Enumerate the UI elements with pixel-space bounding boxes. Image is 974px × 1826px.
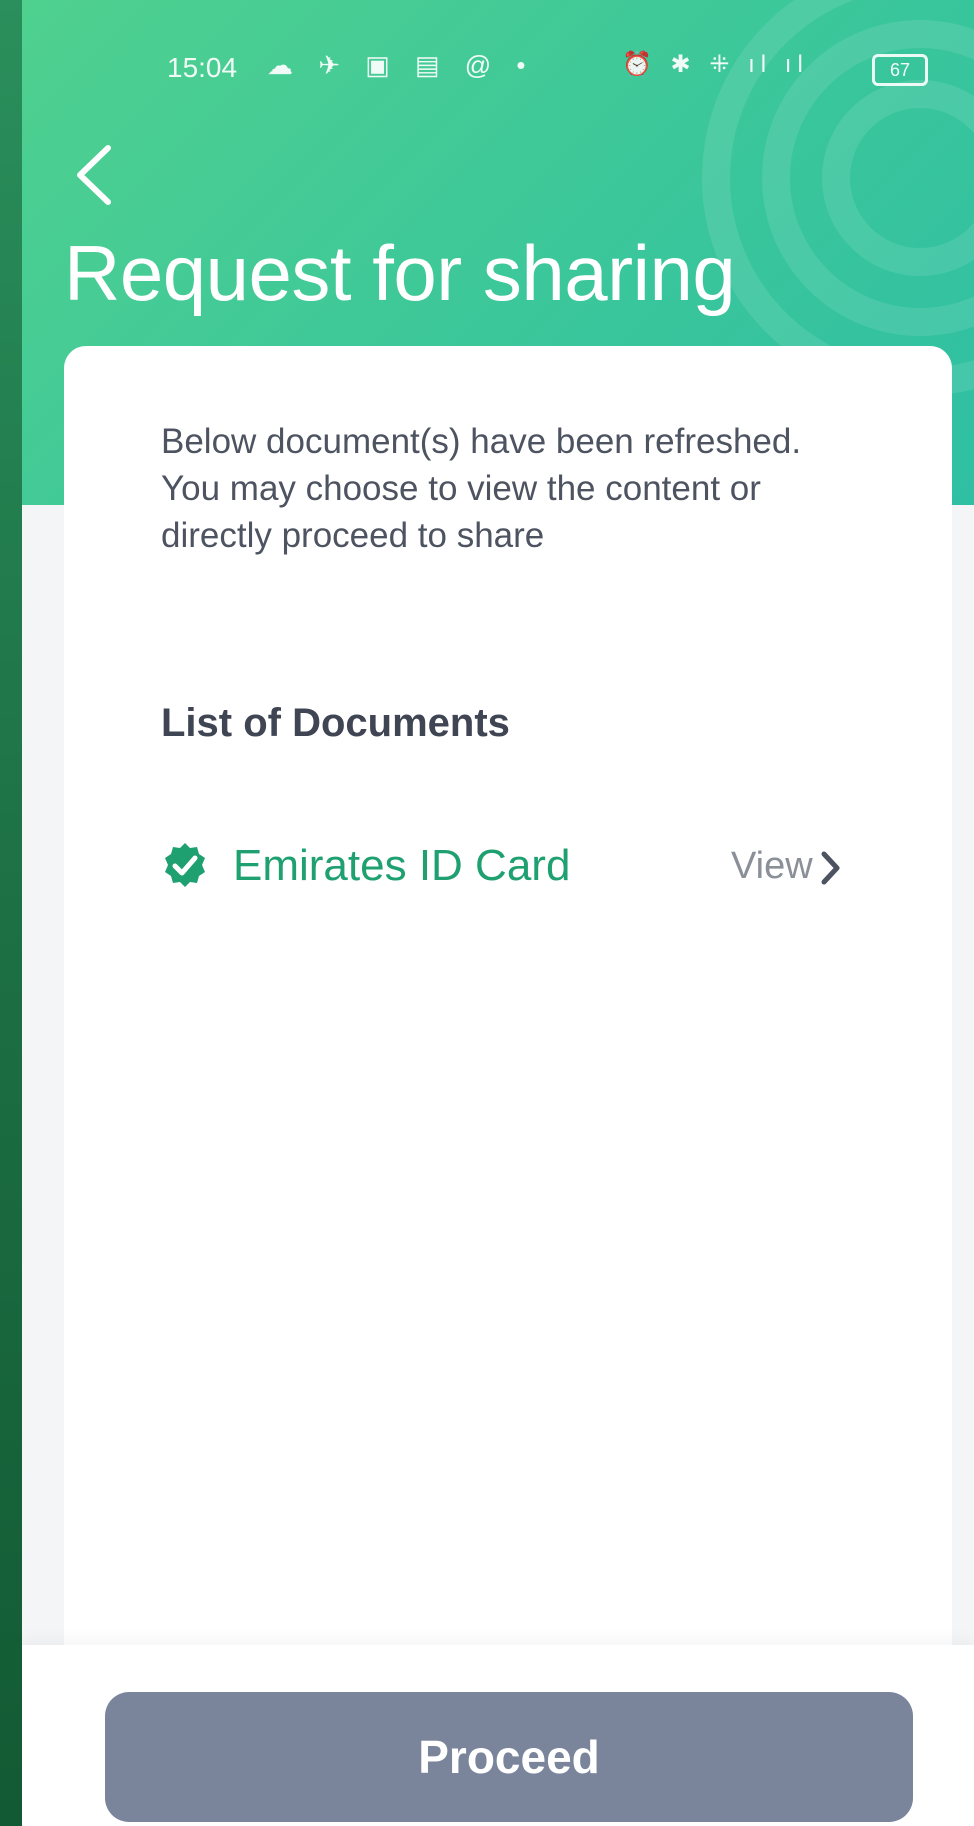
battery-icon: 67	[872, 54, 928, 86]
document-row[interactable]: Emirates ID Card View	[161, 831, 861, 901]
chevron-right-icon	[821, 851, 840, 885]
back-button[interactable]	[70, 140, 140, 220]
notification-icons: ☁ ✈ ▣ ▤ @ •	[267, 50, 535, 80]
document-card: Below document(s) have been refreshed. Y…	[64, 346, 952, 1766]
system-icons: ⏰ ✱ ⁜ ıl ıl	[622, 51, 809, 78]
view-link[interactable]: View	[731, 845, 841, 888]
status-bar: 15:04 ☁ ✈ ▣ ▤ @ • ⏰ ✱ ⁜ ıl ıl 67	[22, 40, 974, 100]
proceed-button[interactable]: Proceed	[105, 1692, 913, 1822]
verified-check-icon	[165, 843, 205, 887]
description-text: Below document(s) have been refreshed. Y…	[161, 422, 802, 555]
page-title: Request for sharing	[64, 229, 736, 317]
status-time: 15:04	[167, 52, 238, 83]
phone-screen: 15:04 ☁ ✈ ▣ ▤ @ • ⏰ ✱ ⁜ ıl ıl 67 Request…	[22, 0, 974, 1826]
background-strip	[0, 0, 22, 1826]
view-label: View	[731, 845, 813, 887]
section-heading: List of Documents	[161, 701, 510, 745]
document-name: Emirates ID Card	[233, 841, 571, 890]
chevron-left-icon	[77, 145, 111, 205]
footer-bar: Proceed	[22, 1645, 974, 1826]
